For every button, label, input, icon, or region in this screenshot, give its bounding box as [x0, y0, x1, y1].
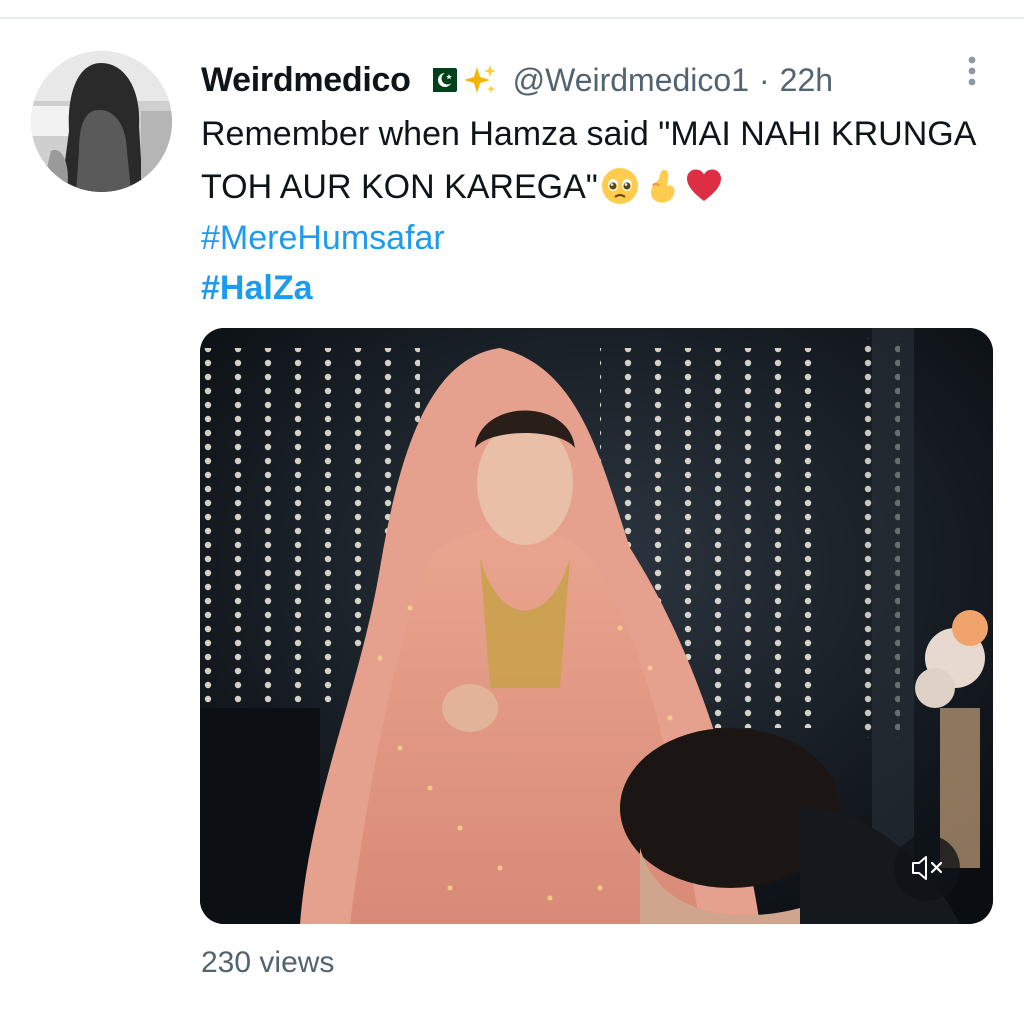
- pleading-face-icon: [600, 166, 640, 206]
- view-count: 230 views: [201, 946, 334, 980]
- hashtag-link[interactable]: #HalZa: [201, 266, 313, 310]
- avatar-image: [31, 51, 172, 192]
- top-divider: [0, 17, 1024, 19]
- video-frame: [200, 328, 993, 924]
- tweet-video[interactable]: [200, 328, 993, 924]
- separator-dot: ·: [759, 61, 770, 98]
- user-handle[interactable]: @Weirdmedico1: [513, 62, 749, 99]
- display-name[interactable]: Weirdmedico: [201, 61, 411, 100]
- sparkles-icon: [463, 63, 497, 97]
- mute-toggle-button[interactable]: [894, 835, 960, 901]
- speaker-muted-icon: [912, 856, 943, 880]
- view-count-number: 230: [201, 946, 252, 979]
- hashtag-link[interactable]: #MereHumsafar: [201, 216, 445, 260]
- avatar[interactable]: [31, 51, 172, 192]
- more-options-icon[interactable]: [960, 54, 984, 94]
- tweet-text: Remember when Hamza said "MAI NAHI KRUNG…: [201, 108, 981, 214]
- view-count-label: views: [259, 946, 335, 979]
- tweet-body-text: Remember when Hamza said "MAI NAHI KRUNG…: [201, 115, 975, 206]
- pinching-hand-icon: [642, 166, 682, 206]
- tweet-header: Weirdmedico @Weirdmedico1 · 22h: [201, 58, 833, 102]
- pakistan-flag-icon: [424, 68, 457, 92]
- red-heart-icon: [684, 166, 724, 206]
- timestamp[interactable]: 22h: [780, 62, 833, 99]
